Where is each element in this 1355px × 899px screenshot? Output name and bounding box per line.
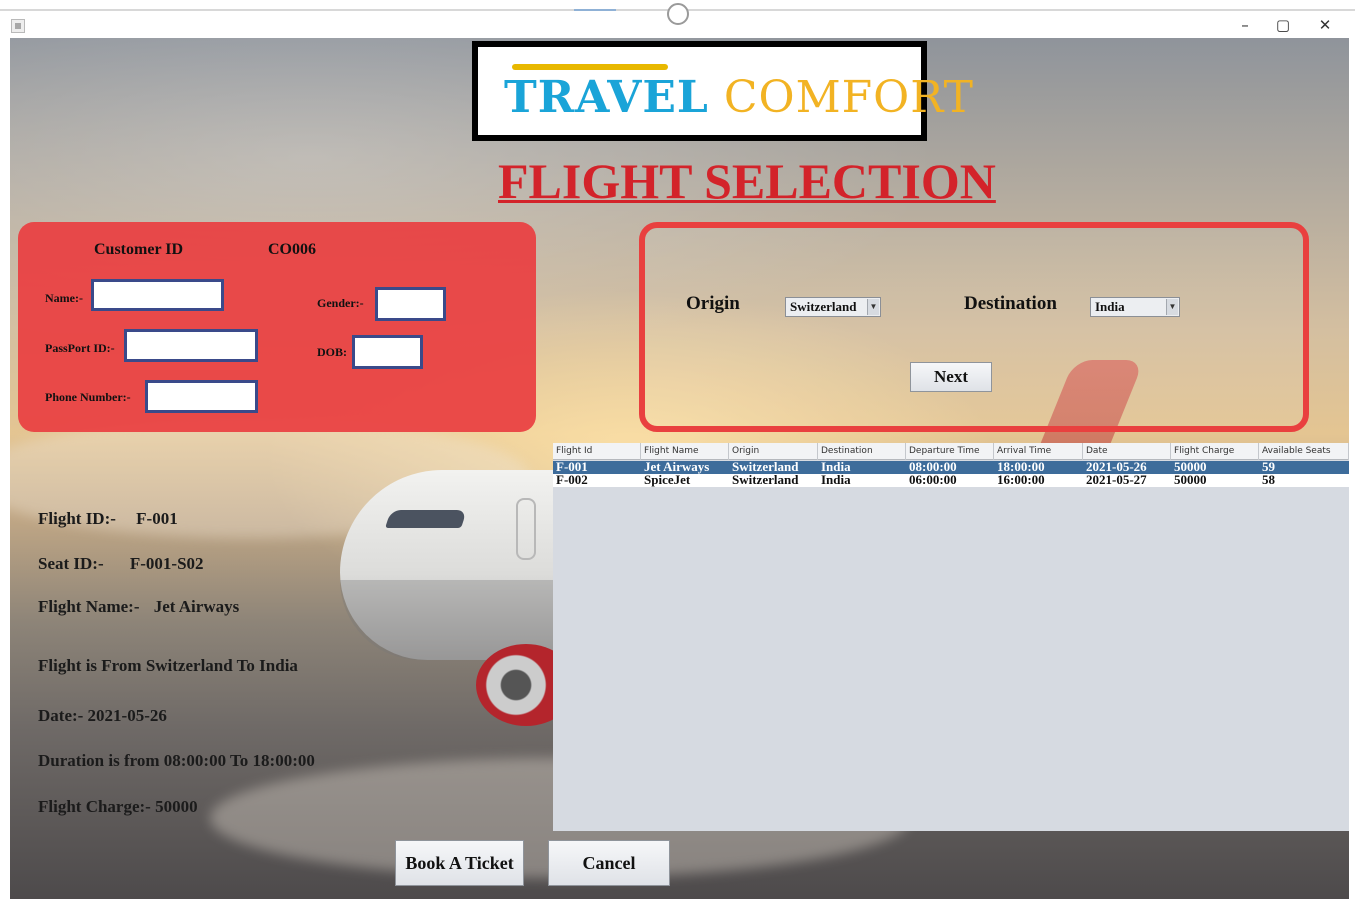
column-header[interactable]: Destination bbox=[818, 443, 906, 460]
gender-label: Gender:- bbox=[317, 296, 364, 310]
destination-select[interactable]: India ▼ bbox=[1090, 297, 1180, 317]
column-header[interactable]: Flight Id bbox=[553, 443, 641, 460]
flight-name-label: Flight Name:- bbox=[38, 597, 140, 616]
title-bar: – ▢ ✕ bbox=[0, 0, 1355, 38]
next-button[interactable]: Next bbox=[910, 362, 992, 392]
book-ticket-button[interactable]: Book A Ticket bbox=[395, 840, 524, 886]
table-cell: 50000 bbox=[1174, 461, 1207, 474]
flight-id-label: Flight ID:- bbox=[38, 509, 116, 528]
app-logo: TRAVEL COMFORT bbox=[504, 72, 974, 123]
origin-select[interactable]: Switzerland ▼ bbox=[785, 297, 881, 317]
name-field[interactable] bbox=[91, 279, 224, 311]
table-cell: Switzerland bbox=[732, 461, 799, 474]
customer-id-value: CO006 bbox=[268, 241, 316, 258]
table-cell: F-002 bbox=[556, 474, 588, 487]
table-cell: 16:00:00 bbox=[997, 474, 1045, 487]
origin-label: Origin bbox=[686, 293, 740, 314]
table-cell: 50000 bbox=[1174, 474, 1207, 487]
table-cell: 2021-05-27 bbox=[1086, 474, 1147, 487]
close-button[interactable]: ✕ bbox=[1310, 14, 1340, 36]
table-cell: India bbox=[821, 474, 851, 487]
charge-info: Flight Charge:- 50000 bbox=[38, 797, 198, 816]
app-icon bbox=[11, 19, 25, 33]
plane-door bbox=[516, 498, 536, 560]
table-cell: 2021-05-26 bbox=[1086, 461, 1147, 474]
minimize-button[interactable]: – bbox=[1230, 14, 1260, 36]
column-header[interactable]: Available Seats bbox=[1259, 443, 1349, 460]
table-cell: 08:00:00 bbox=[909, 461, 957, 474]
customer-id-label: Customer ID bbox=[94, 241, 184, 258]
passport-field[interactable] bbox=[124, 329, 258, 362]
logo-word-comfort: COMFORT bbox=[723, 72, 974, 123]
table-header: Flight Id Flight Name Origin Destination Dep… bbox=[553, 443, 1349, 460]
cancel-button[interactable]: Cancel bbox=[548, 840, 670, 886]
dob-field[interactable] bbox=[352, 335, 423, 369]
column-header[interactable]: Date bbox=[1083, 443, 1171, 460]
gender-field[interactable] bbox=[375, 287, 446, 321]
flights-table[interactable]: Flight Id Flight Name Origin Destination Dep… bbox=[553, 443, 1349, 831]
flight-name-value: Jet Airways bbox=[153, 597, 240, 616]
route-panel bbox=[639, 222, 1309, 432]
table-cell: 18:00:00 bbox=[997, 461, 1045, 474]
column-header[interactable]: Flight Charge bbox=[1171, 443, 1259, 460]
flight-id-info: Flight ID:- F-001 bbox=[38, 509, 178, 529]
logo-accent-stroke bbox=[512, 64, 668, 70]
title-accent bbox=[574, 9, 616, 11]
destination-label: Destination bbox=[964, 293, 1057, 314]
table-cell: SpiceJet bbox=[644, 474, 691, 487]
seat-id-label: Seat ID:- bbox=[38, 554, 104, 573]
page-title: FLIGHT SELECTION bbox=[498, 153, 996, 209]
column-header[interactable]: Origin bbox=[729, 443, 818, 460]
column-header[interactable]: Flight Name bbox=[641, 443, 729, 460]
flight-name-info: Flight Name:- Jet Airways bbox=[38, 597, 239, 617]
route-info: Flight is From Switzerland To India bbox=[38, 656, 298, 675]
dob-label: DOB: bbox=[317, 345, 347, 359]
phone-label: Phone Number:- bbox=[45, 390, 131, 404]
seat-id-value: F-001-S02 bbox=[129, 554, 204, 573]
maximize-button[interactable]: ▢ bbox=[1268, 14, 1298, 36]
plane-cockpit bbox=[385, 510, 467, 528]
table-row[interactable]: F-002 SpiceJet Switzerland India 06:00:00 16:… bbox=[553, 474, 1349, 487]
table-cell: 58 bbox=[1262, 474, 1275, 487]
table-cell: India bbox=[821, 461, 851, 474]
drag-handle-icon[interactable] bbox=[667, 3, 689, 25]
duration-info: Duration is from 08:00:00 To 18:00:00 bbox=[38, 751, 315, 770]
table-cell: 06:00:00 bbox=[909, 474, 957, 487]
destination-select-value: India bbox=[1095, 299, 1125, 314]
chevron-down-icon[interactable]: ▼ bbox=[867, 299, 879, 315]
passport-label: PassPort ID:- bbox=[45, 341, 115, 355]
table-row[interactable]: F-001 Jet Airways Switzerland India 08:00:00… bbox=[553, 461, 1349, 474]
seat-id-info: Seat ID:- F-001-S02 bbox=[38, 554, 204, 574]
table-cell: Jet Airways bbox=[644, 461, 710, 474]
flight-id-value: F-001 bbox=[136, 509, 178, 528]
table-cell: F-001 bbox=[556, 461, 588, 474]
phone-field[interactable] bbox=[145, 380, 258, 413]
logo-word-travel: TRAVEL bbox=[504, 72, 709, 123]
origin-select-value: Switzerland bbox=[790, 299, 857, 314]
table-cell: Switzerland bbox=[732, 474, 799, 487]
chevron-down-icon[interactable]: ▼ bbox=[1166, 299, 1178, 315]
column-header[interactable]: Arrival Time bbox=[994, 443, 1083, 460]
column-header[interactable]: Departure Time bbox=[906, 443, 994, 460]
table-cell: 59 bbox=[1262, 461, 1275, 474]
date-info: Date:- 2021-05-26 bbox=[38, 706, 167, 725]
name-label: Name:- bbox=[45, 291, 83, 305]
